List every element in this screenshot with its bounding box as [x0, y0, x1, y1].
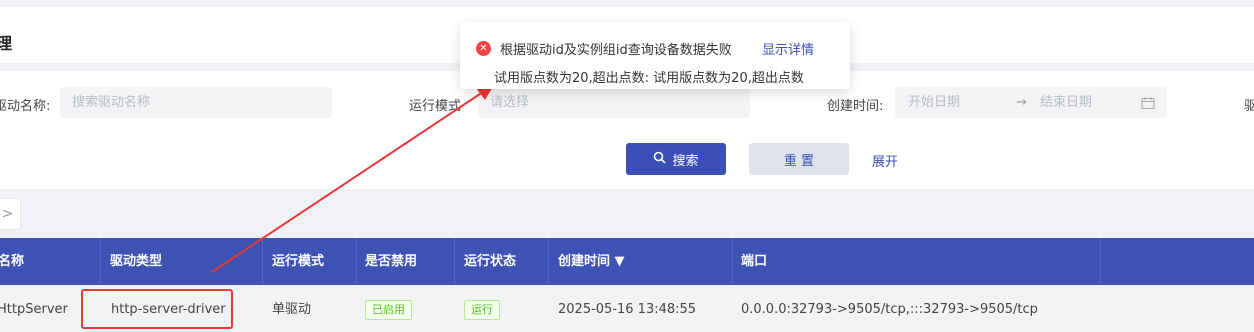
toast-detail: 试用版点数为20,超出点数: 试用版点数为20,超出点数	[494, 71, 804, 86]
end-date-input[interactable]: 结束日期	[1040, 87, 1092, 118]
page-title: 理	[0, 34, 13, 53]
column-header-driver-type: 驱动类型	[110, 254, 163, 269]
annotation-highlight-box	[81, 289, 233, 329]
column-header-name: 名称	[0, 254, 25, 269]
pagination-next-button[interactable]: >	[0, 198, 21, 230]
driver-name-label: 驱动名称:	[0, 99, 51, 114]
run-status-badge: 运行	[464, 300, 500, 320]
column-header-created-time[interactable]: 创建时间 ▼	[558, 238, 625, 285]
next-filter-label: 驱	[1244, 99, 1254, 114]
run-mode-label: 运行模式	[409, 99, 462, 114]
expand-link[interactable]: 展开	[872, 151, 898, 170]
column-divider	[1100, 238, 1101, 285]
driver-name-input[interactable]: 搜索驱动名称	[60, 87, 332, 118]
error-icon: ✕	[476, 41, 491, 56]
column-header-status: 运行状态	[464, 254, 517, 269]
column-header-disabled: 是否禁用	[365, 254, 418, 269]
column-divider	[356, 238, 357, 285]
search-button-label: 搜索	[672, 153, 699, 169]
range-arrow-icon: →	[1016, 95, 1027, 110]
date-range-picker[interactable]: 开始日期 → 结束日期	[895, 87, 1167, 118]
column-divider	[548, 238, 549, 285]
search-button[interactable]: 搜索	[626, 143, 726, 175]
search-icon	[653, 151, 667, 168]
column-divider	[262, 238, 263, 285]
column-header-port: 端口	[741, 254, 768, 269]
column-header-run-mode: 运行模式	[272, 254, 325, 269]
cell-port: 0.0.0.0:32793->9505/tcp,:::32793->9505/t…	[741, 302, 1038, 317]
start-date-input[interactable]: 开始日期	[908, 87, 960, 118]
calendar-icon	[1141, 87, 1155, 118]
top-strip	[0, 0, 1254, 7]
created-time-label: 创建时间:	[827, 99, 884, 114]
toast-title: 根据驱动id及实例组id查询设备数据失败	[500, 43, 732, 58]
table-header: 名称 驱动类型 运行模式 是否禁用 运行状态 创建时间 ▼ 端口	[0, 238, 1254, 285]
error-toast: ✕ 根据驱动id及实例组id查询设备数据失败 显示详情 试用版点数为20,超出点…	[460, 22, 850, 89]
cell-name: HttpServer	[0, 302, 68, 317]
reset-button[interactable]: 重 置	[749, 143, 849, 175]
column-divider	[100, 238, 101, 285]
show-details-link[interactable]: 显示详情	[762, 39, 814, 58]
run-mode-select[interactable]: 请选择	[478, 87, 750, 118]
disabled-status-badge: 已启用	[365, 300, 412, 320]
cell-run-mode: 单驱动	[272, 302, 312, 317]
column-divider	[732, 238, 733, 285]
column-divider	[454, 238, 455, 285]
cell-created-time: 2025-05-16 13:48:55	[558, 302, 697, 317]
